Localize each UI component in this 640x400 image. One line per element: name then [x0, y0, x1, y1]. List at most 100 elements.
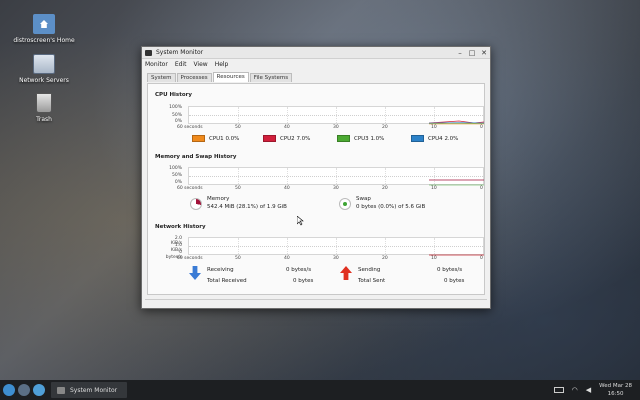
- memory-graph: [188, 167, 484, 186]
- swap-label: Swap: [356, 196, 371, 202]
- mem-y-label-100: 100%: [169, 166, 182, 171]
- cpu1-label: CPU1: [209, 135, 224, 142]
- system-tray: ◠ ◀ Wed Mar 28 16:50: [553, 382, 640, 398]
- swap-pie-icon[interactable]: [339, 198, 351, 210]
- mem-x-label-40: 40: [284, 186, 290, 191]
- cpu2-label: CPU2: [280, 135, 295, 142]
- system-monitor-app-icon: [145, 49, 152, 56]
- sending-value: 0 bytes/s: [437, 267, 463, 273]
- menubar: Monitor Edit View Help: [142, 59, 490, 70]
- taskbar: System Monitor ◠ ◀ Wed Mar 28 16:50: [0, 380, 640, 400]
- memory-usage-lines: [429, 179, 484, 186]
- cpu1-legend[interactable]: CPU1 0.0%: [192, 135, 239, 142]
- cpu2-value: 7.0%: [296, 135, 311, 142]
- system-monitor-window[interactable]: System Monitor – □ ✕ Monitor Edit View H…: [141, 46, 491, 309]
- network-icon: [33, 54, 55, 74]
- cpu3-value: 1.0%: [370, 135, 385, 142]
- tab-system[interactable]: System: [147, 73, 176, 82]
- cpu-usage-lines: [428, 120, 485, 125]
- memory-info: Memory 542.4 MiB (28.1%) of 1.9 GiB: [207, 195, 287, 211]
- mem-x-label-60: 60 seconds: [177, 186, 203, 191]
- clock-time: 16:50: [607, 391, 624, 397]
- net-x-label-40: 40: [284, 256, 290, 261]
- cpu-x-label-20: 20: [382, 125, 388, 130]
- mem-x-label-30: 30: [333, 186, 339, 191]
- cpu2-legend[interactable]: CPU2 7.0%: [263, 135, 310, 142]
- swap-detail: 0 bytes (0.0%) of 5.6 GiB: [356, 204, 426, 210]
- swap-info: Swap 0 bytes (0.0%) of 5.6 GiB: [356, 195, 425, 211]
- system-monitor-task-icon: [57, 386, 65, 394]
- menu-monitor[interactable]: Monitor: [145, 61, 168, 68]
- window-titlebar[interactable]: System Monitor – □ ✕: [142, 47, 490, 59]
- cpu2-color-swatch[interactable]: [263, 135, 276, 142]
- tab-bar: System Processes Resources File Systems: [142, 72, 490, 82]
- network-history-title: Network History: [155, 224, 206, 230]
- wifi-icon[interactable]: ◠: [572, 386, 578, 394]
- trash-icon: [36, 93, 52, 113]
- desktop-icon-trash[interactable]: Trash: [4, 93, 84, 123]
- desktop-icon-label: Network Servers: [19, 77, 69, 84]
- clock[interactable]: Wed Mar 28 16:50: [599, 382, 632, 398]
- cpu1-color-swatch[interactable]: [192, 135, 205, 142]
- receiving-arrow-icon[interactable]: [189, 266, 201, 280]
- cpu4-value: 2.0%: [444, 135, 459, 142]
- cpu4-legend[interactable]: CPU4 2.0%: [411, 135, 458, 142]
- tab-file-systems[interactable]: File Systems: [249, 73, 293, 82]
- close-icon[interactable]: ✕: [478, 49, 490, 57]
- start-menu-icon[interactable]: [3, 384, 15, 396]
- menu-help[interactable]: Help: [215, 61, 229, 68]
- sending-label: Sending: [358, 267, 381, 273]
- volume-icon[interactable]: ◀: [586, 386, 591, 394]
- cpu1-value: 0.0%: [225, 135, 240, 142]
- net-x-label-60: 60 seconds: [177, 256, 203, 261]
- file-manager-icon[interactable]: [18, 384, 30, 396]
- clock-date: Wed Mar 28: [599, 383, 632, 389]
- mem-x-label-20: 20: [382, 186, 388, 191]
- maximize-icon[interactable]: □: [466, 49, 478, 57]
- cpu4-label: CPU4: [428, 135, 443, 142]
- cpu3-color-swatch[interactable]: [337, 135, 350, 142]
- tab-resources[interactable]: Resources: [212, 72, 249, 82]
- mem-x-label-50: 50: [235, 186, 241, 191]
- desktop-icon-network-servers[interactable]: Network Servers: [4, 54, 84, 84]
- cpu-history-title: CPU History: [155, 92, 192, 98]
- total-received-value: 0 bytes: [293, 278, 314, 284]
- battery-icon[interactable]: [553, 387, 564, 393]
- total-sent-value: 0 bytes: [444, 278, 465, 284]
- net-x-label-10: 10: [431, 256, 437, 261]
- menu-edit[interactable]: Edit: [175, 61, 187, 68]
- cpu-x-label-40: 40: [284, 125, 290, 130]
- mem-x-label-0: 0: [480, 186, 483, 191]
- cpu-x-label-30: 30: [333, 125, 339, 130]
- desktop-icon-label: Trash: [36, 116, 52, 123]
- memory-history-title: Memory and Swap History: [155, 154, 237, 160]
- cpu-y-label-0: 0%: [174, 119, 182, 124]
- taskbar-button-system-monitor[interactable]: System Monitor: [51, 382, 128, 398]
- cpu-graph: [188, 106, 485, 125]
- cpu-y-label-100: 100%: [169, 105, 182, 110]
- menu-view[interactable]: View: [193, 61, 207, 68]
- desktop-icon-label: distroscreen's Home: [13, 37, 75, 44]
- mouse-cursor-icon: [297, 216, 304, 226]
- sending-arrow-icon[interactable]: [340, 266, 352, 280]
- cpu4-color-swatch[interactable]: [411, 135, 424, 142]
- taskbar-button-label: System Monitor: [70, 386, 118, 394]
- mem-x-label-10: 10: [431, 186, 437, 191]
- cpu-x-label-0: 0: [480, 125, 483, 130]
- statusbar: [145, 299, 487, 305]
- tab-processes[interactable]: Processes: [176, 73, 212, 82]
- cpu-x-label-50: 50: [235, 125, 241, 130]
- cpu3-legend[interactable]: CPU3 1.0%: [337, 135, 384, 142]
- home-folder-icon: [33, 14, 55, 34]
- desktop-icon-home[interactable]: distroscreen's Home: [4, 14, 84, 44]
- net-x-label-30: 30: [333, 256, 339, 261]
- window-title: System Monitor: [156, 49, 204, 56]
- net-x-label-50: 50: [235, 256, 241, 261]
- memory-pie-icon[interactable]: [190, 198, 202, 210]
- web-browser-icon[interactable]: [33, 384, 45, 396]
- minimize-icon[interactable]: –: [454, 49, 466, 57]
- cpu-y-label-50: 50%: [171, 113, 182, 118]
- net-x-label-0: 0: [480, 256, 483, 261]
- total-received-label: Total Received: [207, 278, 247, 284]
- net-x-label-20: 20: [382, 256, 388, 261]
